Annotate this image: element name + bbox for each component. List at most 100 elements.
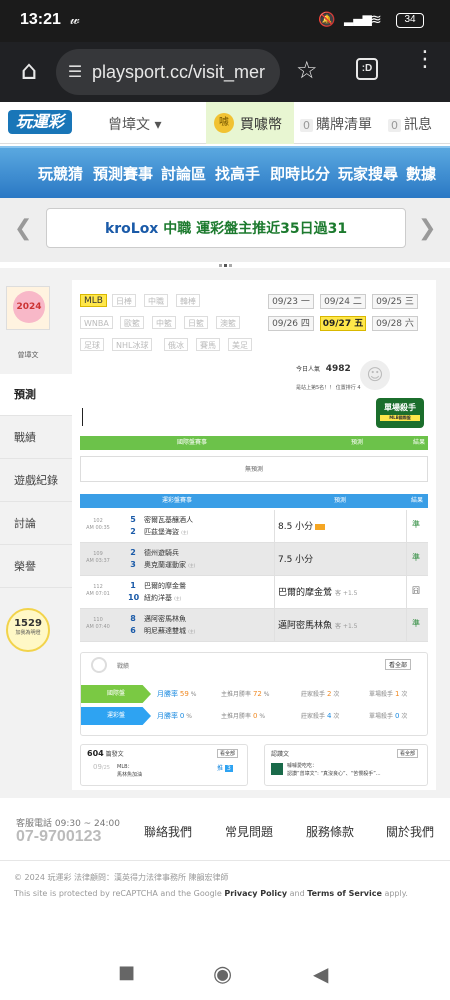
stats-box: 戰績 看全部 國際盤 月勝率 59 % 主推月勝率 72 % 莊家殺手 2 次 … (80, 652, 428, 736)
mascot-icon: ☺ (360, 360, 390, 390)
league-tag[interactable]: 韓棒 (176, 294, 200, 307)
date-weekday: 四 (300, 319, 310, 329)
banner-carousel: ❮ kroLox 中職 運彩盤主推近35日過31 ❯ (0, 198, 450, 267)
recent-item[interactable]: 噱噱愛吃吃： 認讚”曾墇文”: “真沒良心”、“苦慢殺手”... (287, 762, 425, 778)
date-button[interactable]: 09/26 四 (268, 316, 314, 331)
footer-link-about[interactable]: 關於我們 (386, 823, 434, 840)
table-row[interactable]: 110 AM 07:40 86 邁阿密馬林魚 明尼蘇達雙城 (主) 邁阿密馬林魚客 … (80, 609, 428, 642)
nav-item-experts[interactable]: 找高手 (215, 163, 260, 184)
bookmark-star-icon[interactable]: ☆ (296, 56, 318, 84)
killer-badge[interactable]: 單場殺手 MLB國際盤 (376, 398, 424, 428)
footer-divider (0, 860, 450, 861)
status-bar: 13:21 𝓌 🔕 ▂▄▆ ≋ 34 (0, 0, 450, 42)
header-result: 結果 (410, 497, 423, 504)
date-button[interactable]: 09/25 三 (372, 294, 418, 309)
league-tag[interactable]: 中籃 (152, 316, 176, 329)
league-tag[interactable]: 美足 (228, 338, 252, 351)
side-tab-game-log[interactable]: 遊戲紀錄 (0, 460, 72, 502)
side-tab-predict[interactable]: 預測 (0, 374, 72, 416)
url-text[interactable]: playsport.cc/visit_mer (92, 62, 278, 83)
league-tag[interactable]: NHL冰球 (112, 338, 153, 351)
articles-box: 604 篇發文 看全部 09/25 MLB： 馬林魚加油 推 3 (80, 744, 248, 786)
date-button[interactable]: 09/28 六 (372, 316, 418, 331)
nav-item-data[interactable]: 數據 (406, 163, 436, 184)
header-match: 國際盤賽事 (176, 439, 207, 446)
article-date: 09/25 (93, 763, 110, 771)
date-button[interactable]: 09/24 二 (320, 294, 366, 309)
footer-link-contact[interactable]: 聯絡我們 (144, 823, 192, 840)
more-menu-icon[interactable]: ⋮ (414, 49, 436, 71)
date-button-selected[interactable]: 09/27 五 (320, 316, 366, 331)
cart-count: 0 (300, 119, 313, 132)
prediction: 7.5 小分 (278, 555, 314, 565)
nav-item-livescore[interactable]: 即時比分 (270, 163, 330, 184)
prediction: 8.5 小分 (278, 519, 326, 532)
articles-see-all-button[interactable]: 看全部 (217, 749, 239, 758)
recent-title: 認讚文 (271, 751, 290, 758)
back-icon[interactable]: ◀ (313, 962, 328, 986)
footer-link-faq[interactable]: 常見問題 (225, 823, 273, 840)
home-nav-icon[interactable]: ◉ (213, 962, 232, 987)
nav-item-forum[interactable]: 討論區 (161, 163, 206, 184)
privacy-policy-link[interactable]: Privacy Policy (224, 889, 287, 898)
stat-home: 主推月勝率 72 % (221, 690, 270, 698)
league-tag[interactable]: 歐籃 (120, 316, 144, 329)
tab-switcher-button[interactable]: :D (356, 58, 378, 80)
avatar[interactable]: 2024 (6, 286, 50, 330)
scores: 52 (130, 515, 136, 536)
date-button[interactable]: 09/23 一 (268, 294, 314, 309)
league-tag[interactable]: 日棒 (112, 294, 136, 307)
messages-link[interactable]: 0 訊息 (388, 114, 432, 134)
league-tag-mlb[interactable]: MLB (80, 294, 107, 307)
side-tab-honor[interactable]: 榮譽 (0, 546, 72, 588)
carousel-prev-icon[interactable]: ❮ (14, 216, 32, 241)
game-id: 110 AM 07:40 (86, 617, 110, 630)
service-phone[interactable]: 07-9700123 (16, 828, 101, 846)
teams: 德州遊騎兵 奧克蘭運動家 (主) (144, 549, 196, 569)
league-tag[interactable]: 足球 (80, 338, 104, 351)
banner-ad[interactable]: kroLox 中職 運彩盤主推近35日過31 (46, 208, 406, 248)
recaptcha-notice: This site is protected by reCAPTCHA and … (14, 889, 408, 898)
message-count: 0 (388, 119, 401, 132)
stats-title: 戰績 (117, 663, 130, 670)
online-lamp-badge[interactable]: 1529 加我為明燈 (6, 608, 50, 652)
league-tag[interactable]: 澳籃 (216, 316, 240, 329)
nav-item-player-search[interactable]: 玩家搜尋 (338, 163, 398, 184)
username-dropdown[interactable]: 曾墇文 ▾ (108, 114, 161, 134)
league-tag[interactable]: 中職 (144, 294, 168, 307)
article-item[interactable]: MLB： 馬林魚加油 (117, 763, 142, 779)
terms-of-service-link[interactable]: Terms of Service (307, 889, 382, 898)
date-md: 09/26 (272, 319, 299, 329)
table-row[interactable]: 109 AM 03:37 23 德州遊騎兵 奧克蘭運動家 (主) 7.5 小分 準 (80, 543, 428, 576)
league-tag[interactable]: 俄冰 (164, 338, 188, 351)
league-tag[interactable]: 日籃 (184, 316, 208, 329)
nav-item-predict[interactable]: 預測賽事 (93, 163, 153, 184)
league-tag[interactable]: 賽馬 (196, 338, 220, 351)
intl-empty-text: 無預測 (80, 456, 428, 482)
side-tab-discussion[interactable]: 討論 (0, 503, 72, 545)
cart-link[interactable]: 0 購牌清單 (300, 114, 372, 134)
recent-see-all-button[interactable]: 看全部 (397, 749, 419, 758)
messages-label: 訊息 (404, 117, 432, 133)
footer-link-terms[interactable]: 服務條款 (306, 823, 354, 840)
carousel-next-icon[interactable]: ❯ (418, 216, 436, 241)
prediction: 巴爾的摩金鶯客 +1.5 (278, 588, 358, 598)
buy-coin-button[interactable]: 噱 買噱幣 (206, 102, 294, 144)
visits-label: 今日人氣 (296, 366, 321, 373)
stats-label: 國際盤 (81, 685, 151, 703)
table-row[interactable]: 112 AM 07:01 1 10 巴爾的摩金鶯 紐約洋基 (主) 巴爾的摩金鶯客 +… (80, 576, 428, 609)
system-nav-bar: ■ ◉ ◀ (0, 948, 450, 1000)
nav-item-guess[interactable]: 玩競猜 (38, 163, 83, 184)
side-tab-record[interactable]: 戰績 (0, 417, 72, 459)
table-row[interactable]: 102 AM 00:35 52 密爾瓦基釀酒人 匹茲堡海盜 (主) 8.5 小分 準 (80, 510, 428, 543)
recents-icon[interactable]: ■ (118, 962, 135, 983)
url-field[interactable]: ☰ playsport.cc/visit_mer (56, 49, 280, 95)
killer-badge-sub: MLB國際盤 (380, 415, 420, 421)
browser-toolbar: ⌂ ☰ playsport.cc/visit_mer ☆ :D ⋮ (0, 42, 450, 102)
site-logo[interactable]: 玩運彩 (8, 110, 72, 134)
stats-see-all-button[interactable]: 看全部 (385, 659, 412, 670)
league-tag[interactable]: WNBA (80, 316, 113, 329)
site-settings-icon[interactable]: ☰ (64, 61, 86, 83)
home-icon[interactable]: ⌂ (14, 56, 44, 86)
date-weekday: 二 (352, 297, 362, 307)
